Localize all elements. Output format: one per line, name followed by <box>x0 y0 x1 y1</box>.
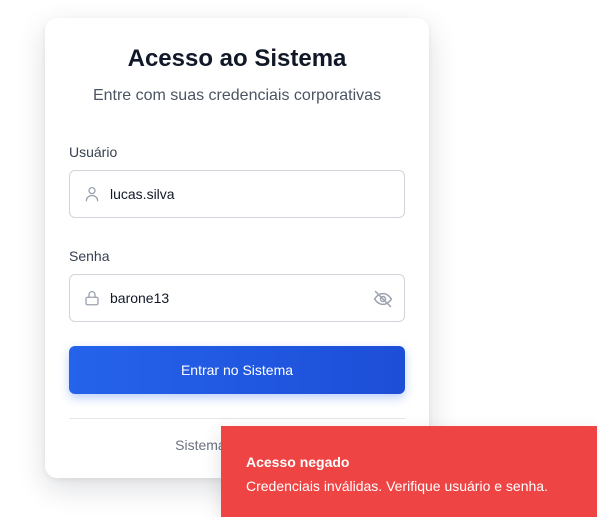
eye-off-icon[interactable] <box>373 289 393 309</box>
password-label: Senha <box>69 248 110 264</box>
username-label: Usuário <box>69 144 118 160</box>
page-subtitle: Entre com suas credenciais corporativas <box>92 87 382 104</box>
submit-button[interactable]: Entrar no Sistema <box>69 346 405 394</box>
login-card: Acesso ao Sistema Entre com suas credenc… <box>45 18 429 478</box>
error-toast[interactable]: Acesso negado Credenciais inválidas. Ver… <box>221 426 597 517</box>
toast-message: Credenciais inválidas. Verifique usuário… <box>246 478 548 494</box>
lock-icon <box>83 289 101 307</box>
password-value[interactable]: barone13 <box>110 290 169 306</box>
divider <box>69 418 405 419</box>
user-icon <box>83 185 101 203</box>
username-value[interactable]: lucas.silva <box>110 186 175 202</box>
toast-title: Acesso negado <box>246 454 350 470</box>
page-title: Acesso ao Sistema <box>127 45 347 72</box>
login-page: Acesso ao Sistema Entre com suas credenc… <box>0 0 597 517</box>
username-field[interactable]: lucas.silva <box>69 170 405 218</box>
password-field[interactable]: barone13 <box>69 274 405 322</box>
